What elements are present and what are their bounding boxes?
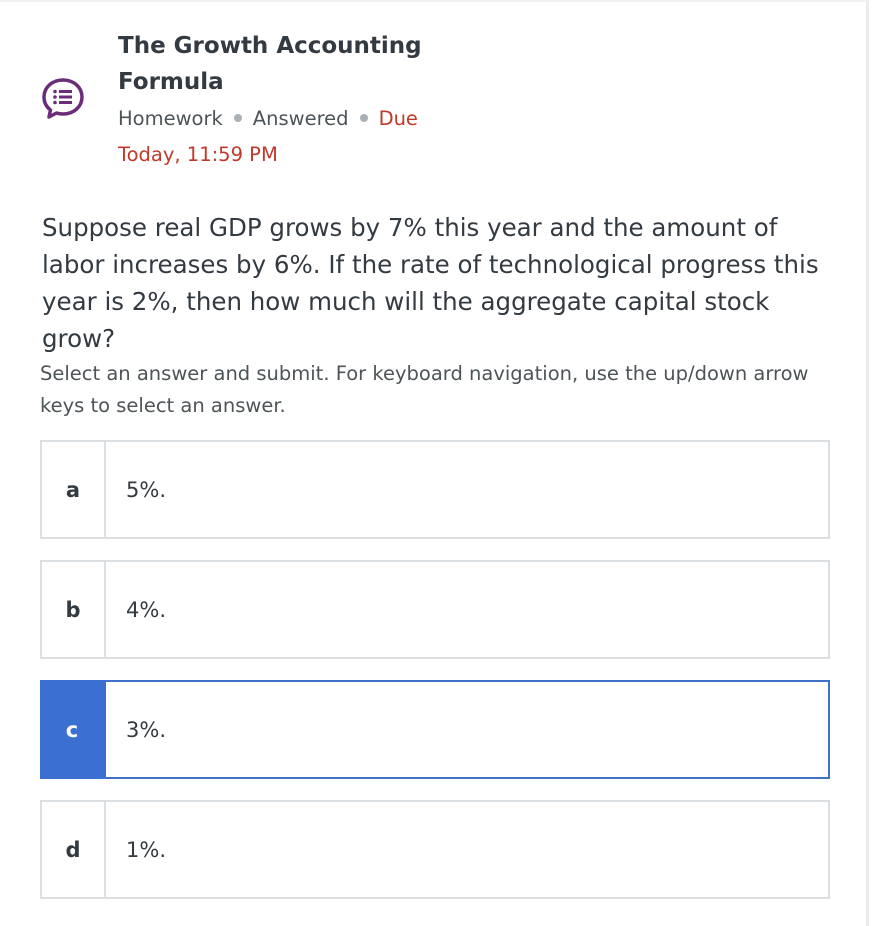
option-text: 3%. [126, 717, 166, 742]
due-time: Today, 11:59 PM [118, 143, 278, 166]
assignment-status: Answered [252, 107, 349, 130]
due-label: Due [378, 107, 418, 130]
separator-dot [359, 114, 368, 122]
option-text: 4%. [126, 597, 166, 622]
assignment-meta: Homework Answered Due Today, 11:59 PM [118, 101, 458, 173]
option-text: 5%. [126, 477, 166, 502]
question-card: The Growth Accounting Formula Homework An… [0, 0, 869, 926]
option-letter: d [42, 802, 106, 897]
option-letter: c [40, 680, 106, 779]
answer-option-b[interactable]: b 4%. [40, 560, 830, 659]
assignment-type: Homework [118, 107, 223, 130]
separator-dot [233, 114, 242, 122]
option-text: 1%. [126, 837, 166, 862]
question-list-icon [40, 77, 86, 121]
answer-option-d[interactable]: d 1%. [40, 800, 830, 899]
option-letter: a [42, 442, 106, 537]
answer-option-c[interactable]: c 3%. [40, 680, 830, 779]
instructions-text: Select an answer and submit. For keyboar… [40, 362, 809, 417]
question-text: Suppose real GDP grows by 7% this year a… [42, 213, 819, 353]
answer-option-a[interactable]: a 5%. [40, 440, 830, 539]
assignment-title: The Growth Accounting Formula [118, 33, 422, 95]
option-letter: b [42, 562, 106, 657]
